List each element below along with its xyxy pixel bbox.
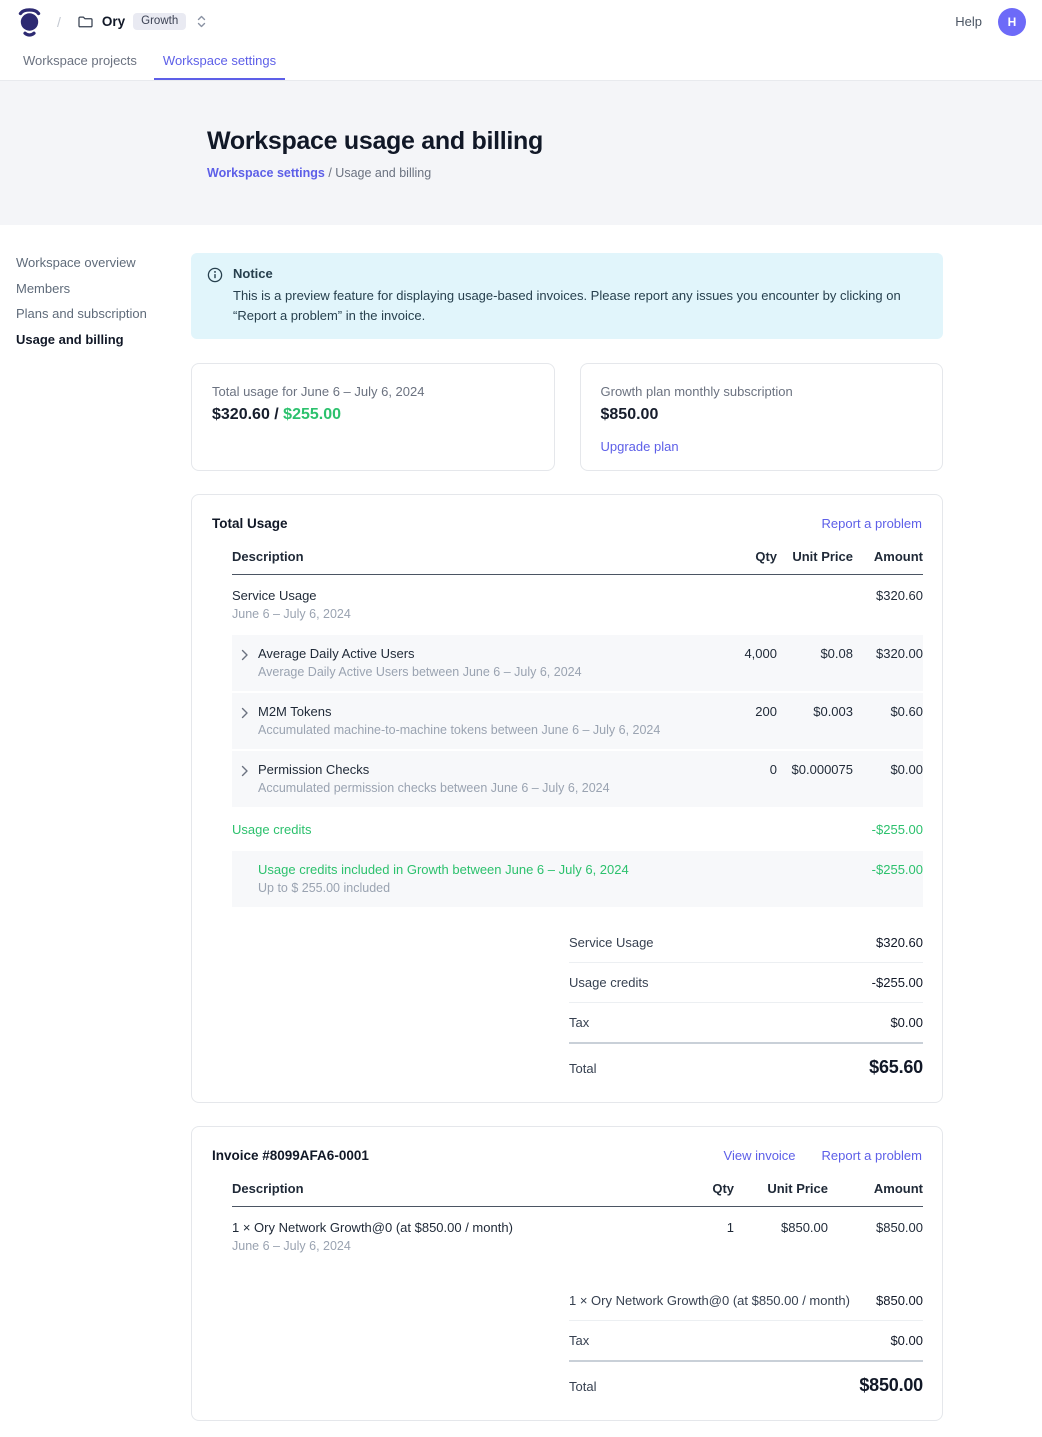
help-link[interactable]: Help <box>955 14 982 29</box>
sidebar-item-workspace-overview[interactable]: Workspace overview <box>16 256 191 269</box>
summary-row-tax: Tax $0.00 <box>569 1003 923 1044</box>
table-row-invoice-line: 1 × Ory Network Growth@0 (at $850.00 / m… <box>232 1207 923 1267</box>
usage-report-problem-link[interactable]: Report a problem <box>822 516 922 531</box>
plan-subscription-card: Growth plan monthly subscription $850.00… <box>580 363 944 471</box>
plan-badge: Growth <box>133 13 186 31</box>
sidebar-item-members[interactable]: Members <box>16 282 191 295</box>
user-avatar[interactable]: H <box>998 8 1026 36</box>
tab-workspace-settings[interactable]: Workspace settings <box>154 43 285 80</box>
workspace-name: Ory <box>102 14 125 29</box>
breadcrumb: Workspace settings / Usage and billing <box>207 166 1042 180</box>
summary-row-tax: Tax $0.00 <box>569 1321 923 1362</box>
breadcrumb-current: / Usage and billing <box>325 166 431 180</box>
usage-credit-value: $255.00 <box>283 406 341 423</box>
workspace-tabs: Workspace projects Workspace settings <box>0 43 1042 81</box>
table-row-usage-credits: Usage credits -$255.00 <box>232 809 923 851</box>
view-invoice-link[interactable]: View invoice <box>724 1148 796 1163</box>
page-title: Workspace usage and billing <box>207 127 1042 156</box>
sidebar-item-plans-and-subscription[interactable]: Plans and subscription <box>16 307 191 320</box>
table-row-usage-credits-included: Usage credits included in Growth between… <box>232 851 923 909</box>
total-usage-panel: Total Usage Report a problem Description… <box>191 494 943 1103</box>
folder-icon <box>77 14 94 30</box>
summary-row-invoice-line: 1 × Ory Network Growth@0 (at $850.00 / m… <box>569 1281 923 1321</box>
expand-row-icon[interactable] <box>232 704 250 737</box>
total-usage-card-label: Total usage for June 6 – July 6, 2024 <box>212 384 534 399</box>
expand-row-icon[interactable] <box>232 646 250 679</box>
summary-row-total: Total $850.00 <box>569 1362 923 1400</box>
preview-notice: Notice This is a preview feature for dis… <box>191 253 943 339</box>
usage-table-header: Description Qty Unit Price Amount <box>232 549 923 575</box>
top-bar: / Ory Growth Help H <box>0 0 1042 43</box>
ory-logo-icon[interactable] <box>16 6 43 37</box>
notice-body: This is a preview feature for displaying… <box>233 286 927 326</box>
breadcrumb-settings-link[interactable]: Workspace settings <box>207 166 325 180</box>
table-row-average-daily-active-users: Average Daily Active Users Average Daily… <box>232 635 923 693</box>
table-row-m2m-tokens: M2M Tokens Accumulated machine-to-machin… <box>232 693 923 751</box>
invoice-summary: 1 × Ory Network Growth@0 (at $850.00 / m… <box>569 1281 923 1400</box>
summary-row-usage-credits: Usage credits -$255.00 <box>569 963 923 1003</box>
breadcrumb-slash: / <box>57 14 61 30</box>
invoice-table-header: Description Qty Unit Price Amount <box>232 1181 923 1207</box>
notice-title: Notice <box>233 266 927 281</box>
tab-workspace-projects[interactable]: Workspace projects <box>14 43 146 80</box>
info-icon <box>207 266 223 326</box>
total-usage-card-value: $320.60 / $255.00 <box>212 406 534 424</box>
expand-row-icon[interactable] <box>232 762 250 795</box>
upgrade-plan-link[interactable]: Upgrade plan <box>601 439 679 454</box>
usage-panel-title: Total Usage <box>212 516 288 531</box>
total-usage-card: Total usage for June 6 – July 6, 2024 $3… <box>191 363 555 471</box>
invoice-panel: Invoice #8099AFA6-0001 View invoice Repo… <box>191 1126 943 1421</box>
settings-sidebar: Workspace overview Members Plans and sub… <box>0 225 191 1437</box>
summary-row-total: Total $65.60 <box>569 1044 923 1082</box>
page-header: Workspace usage and billing Workspace se… <box>0 81 1042 225</box>
chevron-up-down-icon[interactable] <box>196 13 207 30</box>
sidebar-item-usage-and-billing[interactable]: Usage and billing <box>16 333 191 346</box>
plan-card-value: $850.00 <box>601 406 923 424</box>
workspace-switcher[interactable]: Ory Growth <box>77 13 207 31</box>
usage-summary: Service Usage $320.60 Usage credits -$25… <box>569 923 923 1082</box>
invoice-report-problem-link[interactable]: Report a problem <box>822 1148 922 1163</box>
invoice-title: Invoice #8099AFA6-0001 <box>212 1148 369 1163</box>
summary-row-service-usage: Service Usage $320.60 <box>569 923 923 963</box>
table-row-service-usage: Service Usage June 6 – July 6, 2024 $320… <box>232 575 923 635</box>
table-row-permission-checks: Permission Checks Accumulated permission… <box>232 751 923 809</box>
plan-card-label: Growth plan monthly subscription <box>601 384 923 399</box>
